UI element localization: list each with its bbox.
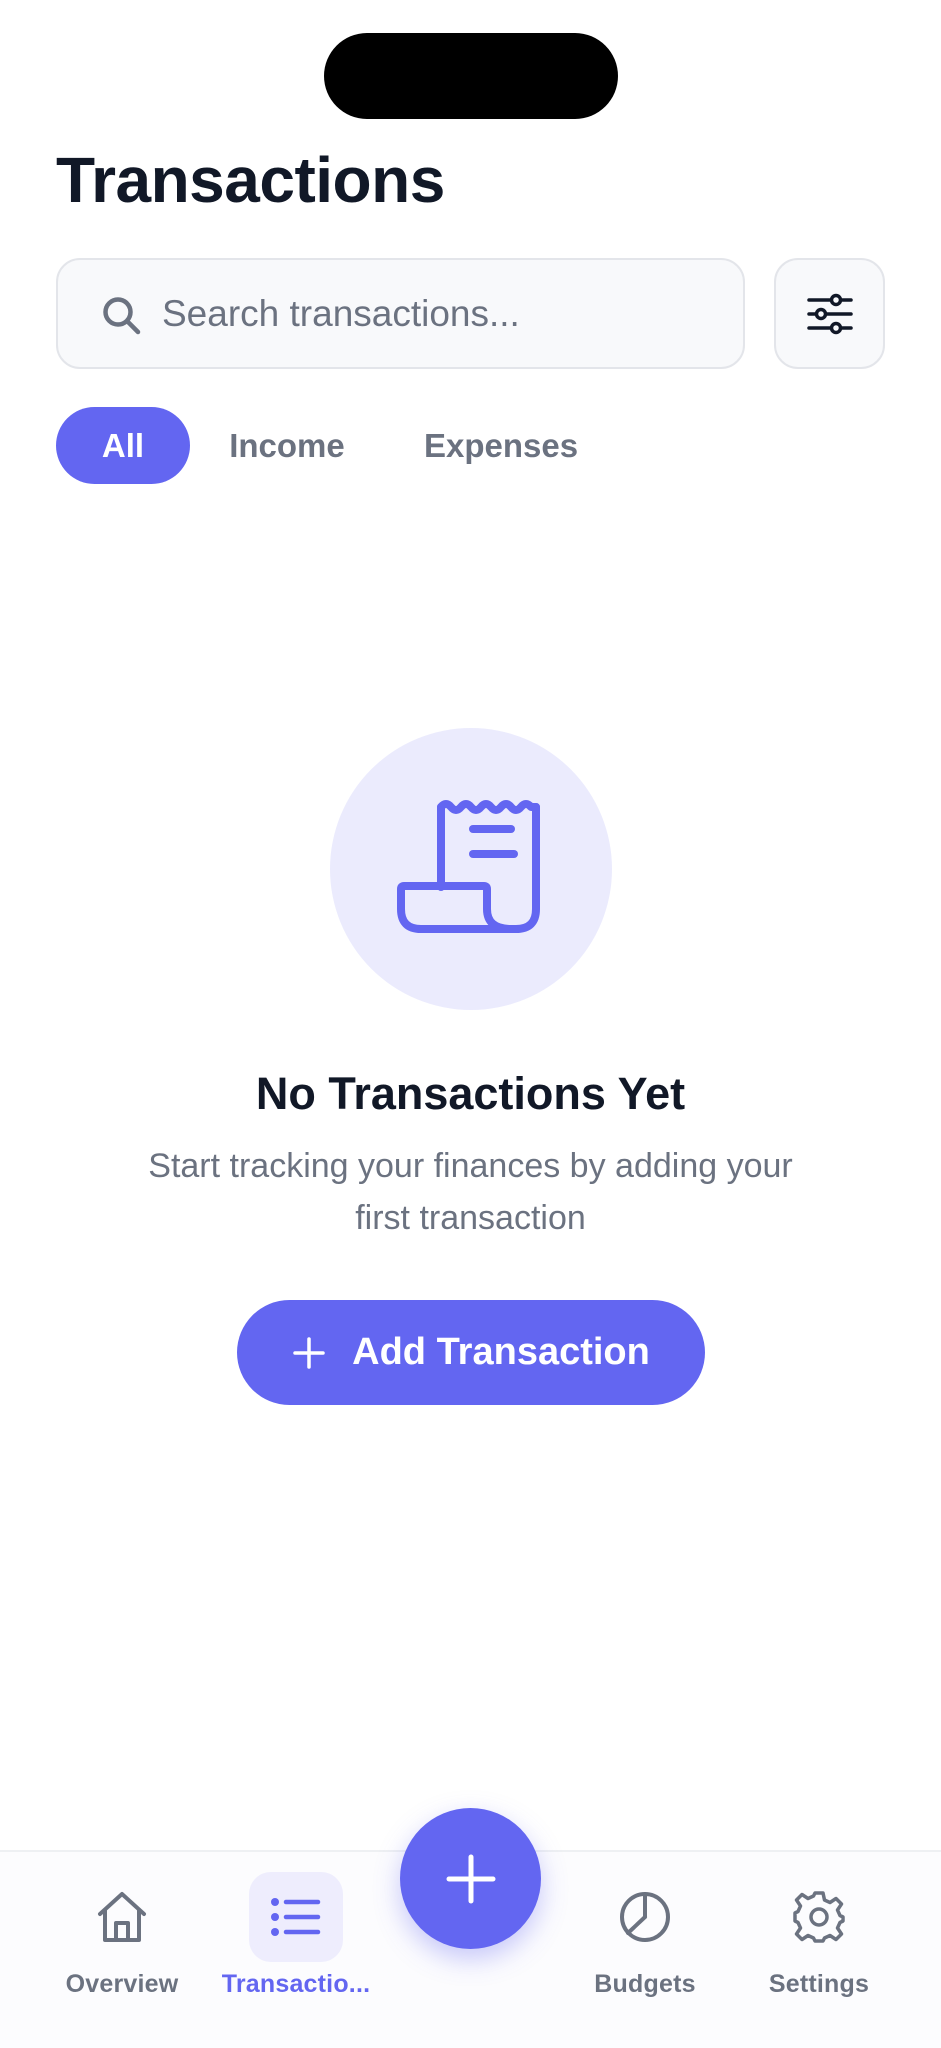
search-input[interactable]	[162, 280, 722, 348]
filter-button[interactable]	[774, 258, 885, 369]
add-transaction-label: Add Transaction	[352, 1331, 650, 1373]
pie-chart-icon	[620, 1892, 670, 1942]
tab-settings-label: Settings	[768, 1970, 870, 1998]
dynamic-island	[324, 33, 618, 119]
empty-state-description: Start tracking your finances by adding y…	[148, 1147, 793, 1237]
tab-transactions-label: Transactio...	[221, 1970, 371, 1998]
plus-icon	[293, 1336, 325, 1369]
tab-transactions-icon-wrap	[249, 1872, 343, 1962]
empty-state-title: No Transactions Yet	[255, 1068, 686, 1119]
page-title: Transactions	[56, 144, 445, 216]
home-icon	[98, 1892, 146, 1942]
tab-budgets[interactable]: Budgets	[555, 1872, 735, 2022]
filter-chip-expenses[interactable]: Expenses	[386, 407, 616, 484]
filter-chip-all[interactable]: All	[56, 407, 190, 484]
add-transaction-button[interactable]: Add Transaction	[237, 1300, 705, 1405]
tab-overview-label: Overview	[65, 1970, 179, 1998]
filter-chips: All Income Expenses	[56, 407, 616, 484]
transactions-screen: Transactions All Income Expenses	[0, 0, 941, 2048]
tab-transactions[interactable]: Transactio...	[206, 1872, 386, 2022]
tab-settings[interactable]: Settings	[729, 1872, 909, 2022]
list-icon	[271, 1898, 321, 1936]
tab-budgets-label: Budgets	[594, 1970, 696, 1998]
gear-icon	[793, 1891, 845, 1943]
tab-overview-icon-wrap	[75, 1872, 169, 1962]
search-bar[interactable]	[56, 258, 745, 369]
filter-chip-income[interactable]: Income	[202, 407, 372, 484]
tab-overview[interactable]: Overview	[32, 1872, 212, 2022]
search-icon	[103, 297, 141, 335]
empty-state-illustration	[330, 728, 612, 1010]
receipt-icon	[397, 800, 540, 933]
plus-icon	[446, 1854, 495, 1903]
sliders-icon	[806, 293, 853, 334]
tab-budgets-icon-wrap	[598, 1872, 692, 1962]
tab-settings-icon-wrap	[772, 1872, 866, 1962]
add-fab-button[interactable]	[400, 1808, 541, 1949]
